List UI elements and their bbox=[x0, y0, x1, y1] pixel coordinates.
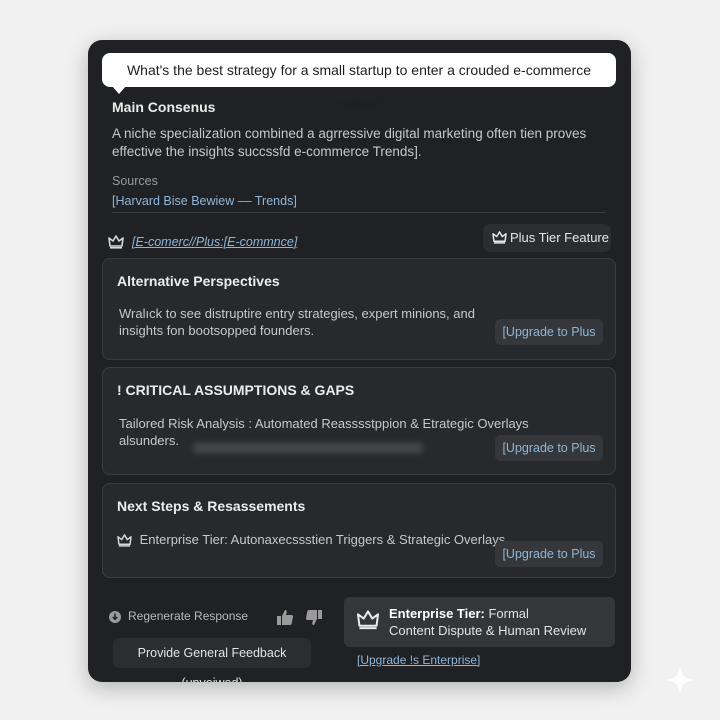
thumbs-down-icon[interactable] bbox=[305, 609, 323, 626]
card-body-line-1: Wralıck to see distruptire entry strateg… bbox=[119, 306, 475, 321]
crown-icon bbox=[117, 534, 132, 547]
user-question-bubble: What's the best strategy for a small sta… bbox=[102, 53, 616, 112]
card-body: Enterprise Tier: Autonaxecssstien Trigge… bbox=[117, 531, 505, 548]
upgrade-to-plus-button[interactable]: [Upgrade to Plus bbox=[495, 435, 603, 461]
divider bbox=[112, 212, 606, 213]
blurred-content bbox=[193, 443, 423, 453]
upgrade-to-plus-button[interactable]: [Upgrade to Plus bbox=[495, 319, 603, 345]
category-link[interactable]: [E-comerc//Plus:[E-commnce] bbox=[132, 235, 297, 249]
card-body: Wralıck to see distruptire entry strateg… bbox=[119, 305, 475, 339]
main-consensus-heading: Main Consenus bbox=[112, 99, 216, 115]
card-title: Next Steps & Resassements bbox=[117, 498, 306, 514]
upgrade-to-plus-button[interactable]: [Upgrade to Plus bbox=[495, 541, 603, 567]
source-link[interactable]: [Harvard Bise Bewiew –– Trends] bbox=[112, 194, 297, 208]
main-consensus-body: A niche specialization combined a agrres… bbox=[112, 125, 592, 161]
consensus-line-2: effective the insights succssfd e-commer… bbox=[112, 144, 422, 159]
regenerate-label: Regenerate Response bbox=[128, 609, 249, 623]
regenerate-icon bbox=[109, 611, 121, 623]
thumbs-up-icon[interactable] bbox=[276, 609, 294, 626]
provide-feedback-button[interactable]: Provide General Feedback (unveiwed) bbox=[113, 638, 311, 682]
consensus-line-1: A niche specialization combined a agrres… bbox=[112, 126, 587, 141]
crown-icon bbox=[492, 231, 507, 244]
card-body-line-2: insights fon bootsopped founders. bbox=[119, 323, 315, 338]
next-steps-card: Next Steps & Resassements Enterprise Tie… bbox=[102, 483, 616, 578]
card-title: ! CRITICAL ASSUMPTIONS & GAPS bbox=[117, 382, 355, 398]
tier-badge-label: Plus Tier Feature bbox=[510, 230, 609, 245]
sparkle-icon bbox=[666, 666, 694, 694]
upgrade-to-enterprise-link[interactable]: [Upgrade !s Enterprise] bbox=[357, 653, 480, 667]
enterprise-tier-box: Enterprise Tier: Formal Content Dispute … bbox=[344, 597, 615, 647]
card-body-text: Enterprise Tier: Autonaxecssstien Trigge… bbox=[139, 532, 506, 547]
card-body-line-1: Tailored Risk Analysis : Automated Reass… bbox=[119, 416, 529, 431]
crown-icon bbox=[108, 235, 124, 249]
card-title: Alternative Perspectives bbox=[117, 273, 280, 289]
alternative-perspectives-card: Alternative Perspectives Wralıck to see … bbox=[102, 258, 616, 360]
crown-icon bbox=[357, 610, 379, 630]
sources-label: Sources bbox=[112, 174, 158, 188]
enterprise-tier-text: Enterprise Tier: Formal Content Dispute … bbox=[389, 605, 586, 639]
critical-assumptions-card: ! CRITICAL ASSUMPTIONS & GAPS Tailored R… bbox=[102, 367, 616, 475]
response-panel: What's the best strategy for a small sta… bbox=[88, 40, 631, 682]
enterprise-tier-line2: Content Dispute & Human Review bbox=[389, 623, 587, 638]
enterprise-tier-line1: Formal bbox=[484, 606, 529, 621]
plus-tier-badge: Plus Tier Feature bbox=[483, 224, 611, 252]
enterprise-tier-label: Enterprise Tier: bbox=[389, 606, 485, 621]
